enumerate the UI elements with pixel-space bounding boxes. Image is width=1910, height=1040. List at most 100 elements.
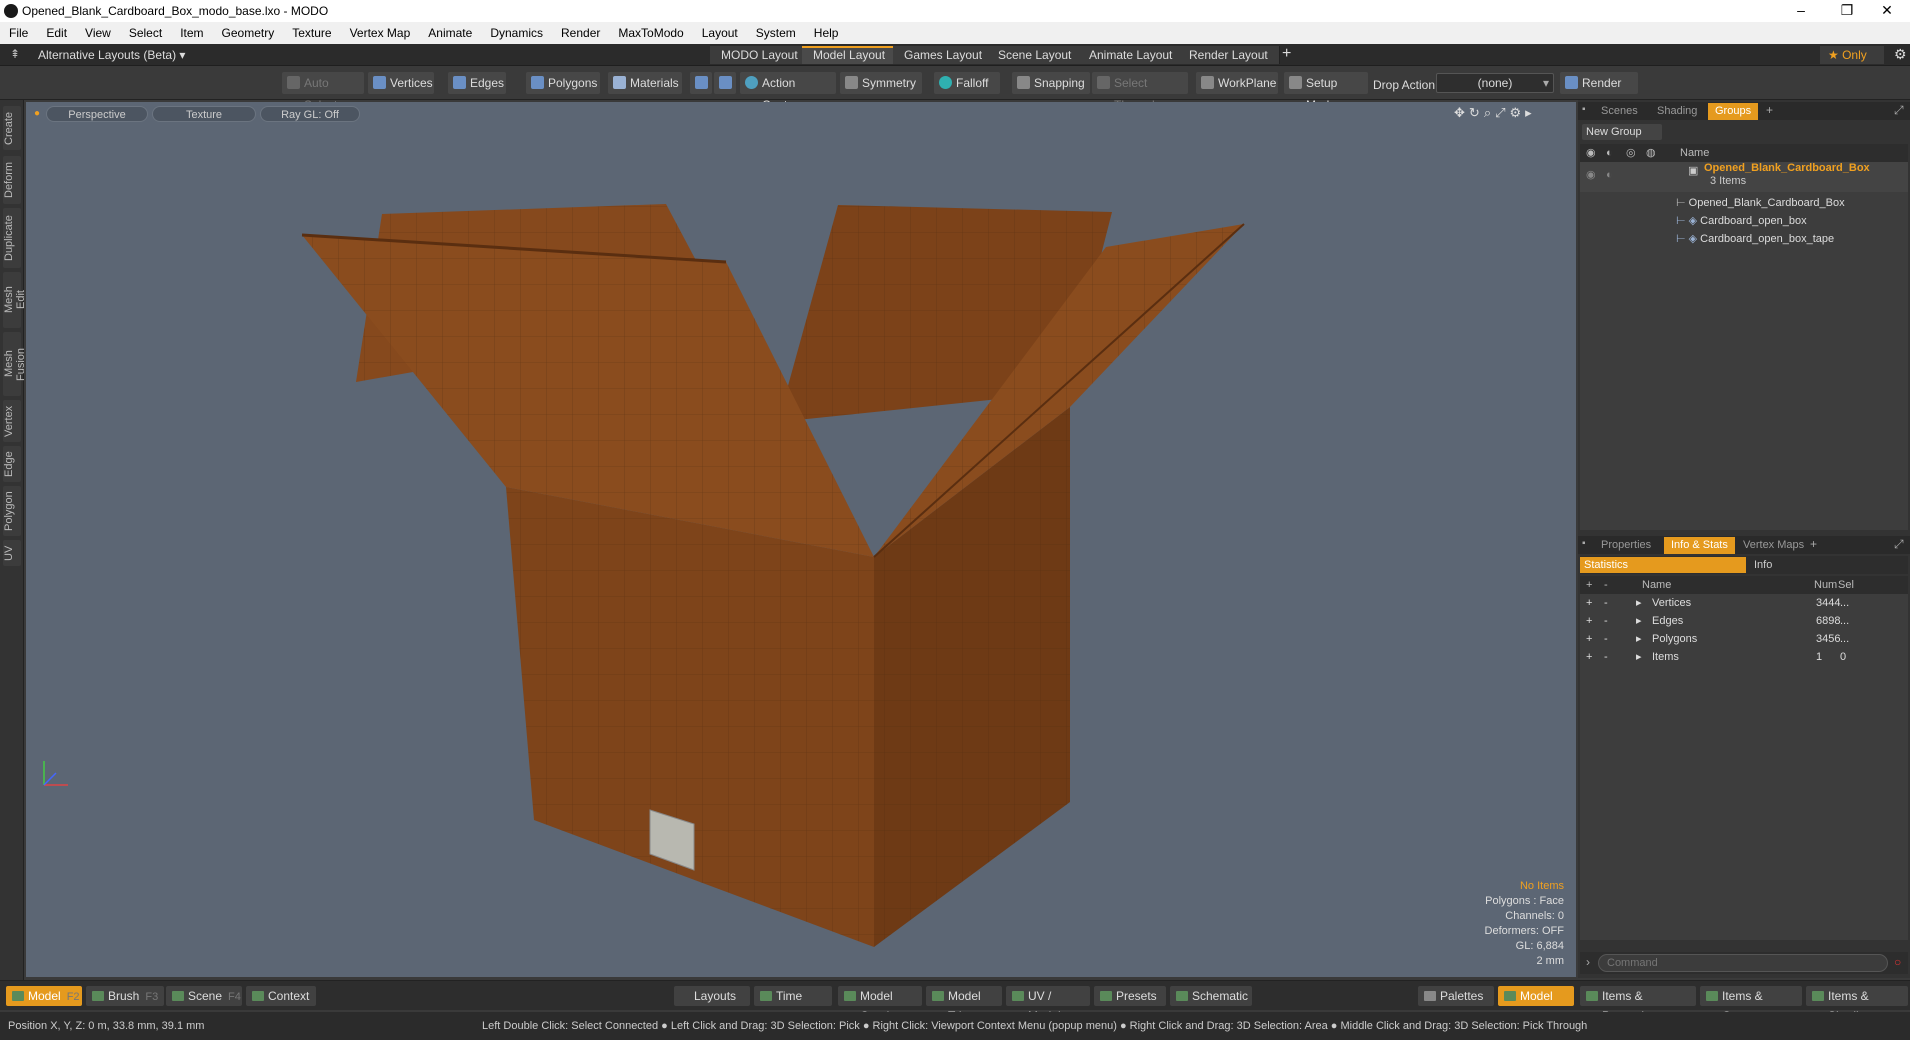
add-tab-icon[interactable]: + <box>1810 537 1817 551</box>
tab-create[interactable]: Create <box>3 106 21 150</box>
3d-viewport[interactable]: ● Perspective Texture Ray GL: Off ✥↻⌕⤢⚙▸ <box>26 102 1576 977</box>
stats-row-items[interactable]: + - ▸ Items 1 0 <box>1580 648 1908 666</box>
model-tri-button[interactable]: Model Tri <box>926 986 1002 1023</box>
menu-select[interactable]: Select <box>120 22 171 44</box>
tab-modo-layout[interactable]: MODO Layout <box>710 46 810 64</box>
panel-menu-icon[interactable]: ▪ <box>1582 104 1586 115</box>
tab-vertex[interactable]: Vertex <box>3 400 21 442</box>
setup-mode-button[interactable]: Setup Mode <box>1284 72 1368 112</box>
presets-button[interactable]: Presets <box>1094 986 1166 1006</box>
cardboard-box-model[interactable] <box>26 102 1576 977</box>
materials-button[interactable]: Materials <box>608 72 682 94</box>
model-mode-button[interactable]: Model F2 <box>6 986 82 1006</box>
tab-shading[interactable]: Shading <box>1650 103 1704 120</box>
render-toggle-icon[interactable]: ◐ <box>1606 166 1613 184</box>
palettes-button[interactable]: Palettes <box>1418 986 1494 1006</box>
gear-icon[interactable]: ⚙ <box>1894 46 1907 63</box>
close-button[interactable]: ✕ <box>1864 0 1910 22</box>
menu-view[interactable]: View <box>76 22 120 44</box>
menu-texture[interactable]: Texture <box>283 22 340 44</box>
pin-icon[interactable]: ⇞ <box>10 47 20 61</box>
expand-panel-icon[interactable]: ⤢ <box>1894 537 1904 552</box>
group-child-item[interactable]: ⊢ ◈ Cardboard_open_box_tape <box>1676 230 1834 248</box>
render-button[interactable]: Render F9 <box>1560 72 1638 112</box>
menu-geometry[interactable]: Geometry <box>213 22 284 44</box>
stats-row-edges[interactable]: + - ▸ Edges 6898 ... <box>1580 612 1908 630</box>
add-tab-icon[interactable]: + <box>1766 103 1773 117</box>
only-toggle[interactable]: ★ Only <box>1820 46 1884 64</box>
tab-uv[interactable]: UV <box>3 540 21 566</box>
menu-system[interactable]: System <box>747 22 805 44</box>
tab-info-stats[interactable]: Info & Stats <box>1664 537 1735 554</box>
items-groups-button[interactable]: Items & Groups <box>1700 986 1802 1023</box>
menu-file[interactable]: File <box>0 22 37 44</box>
tab-render-layout[interactable]: Render Layout <box>1178 46 1280 64</box>
menu-render[interactable]: Render <box>552 22 609 44</box>
tab-polygon[interactable]: Polygon <box>3 486 21 536</box>
menu-layout[interactable]: Layout <box>693 22 747 44</box>
visibility-eye-icon[interactable]: ◉ <box>1586 144 1596 162</box>
tab-animate-layout[interactable]: Animate Layout <box>1078 46 1185 64</box>
tab-mesh-edit[interactable]: Mesh Edit <box>3 272 27 328</box>
brush-mode-button[interactable]: Brush F3 <box>86 986 164 1006</box>
layouts-button[interactable]: Layouts <box>674 986 750 1006</box>
polygons-button[interactable]: Polygons <box>526 72 600 94</box>
tab-model-layout[interactable]: Model Layout <box>802 46 898 64</box>
edges-button[interactable]: Edges <box>448 72 506 94</box>
select-mode-button-1[interactable] <box>690 72 712 94</box>
tab-games-layout[interactable]: Games Layout <box>893 46 995 64</box>
group-child-item[interactable]: ⊢ ◈ Cardboard_open_box <box>1676 212 1807 230</box>
select-icon[interactable]: ◍ <box>1646 144 1656 162</box>
vertices-button[interactable]: Vertices <box>368 72 434 94</box>
stats-row-vertices[interactable]: + - ▸ Vertices 3444 ... <box>1580 594 1908 612</box>
stats-row-polygons[interactable]: + - ▸ Polygons 3456 ... <box>1580 630 1908 648</box>
uv-model-button[interactable]: UV / Model <box>1006 986 1090 1023</box>
expand-arrow-icon[interactable]: ▸ <box>1636 630 1642 648</box>
render-toggle-icon[interactable]: ◐ <box>1606 144 1613 162</box>
record-icon[interactable]: ○ <box>1894 955 1901 969</box>
group-row[interactable]: ◉ ◐ ▣ Opened_Blank_Cardboard_Box 3 Items <box>1580 162 1908 192</box>
menu-vertex-map[interactable]: Vertex Map <box>341 22 420 44</box>
falloff-button[interactable]: Falloff <box>934 72 1000 94</box>
tab-vertex-maps[interactable]: Vertex Maps <box>1736 537 1811 554</box>
expand-arrow-icon[interactable]: ▸ <box>1636 648 1642 666</box>
select-mode-button-2[interactable] <box>714 72 736 94</box>
command-input[interactable] <box>1598 954 1888 972</box>
minimize-button[interactable]: – <box>1778 0 1824 22</box>
add-layout-button[interactable]: + <box>1282 45 1291 63</box>
context-button[interactable]: Context <box>246 986 316 1006</box>
expand-panel-icon[interactable]: ⤢ <box>1894 103 1904 118</box>
tab-info[interactable]: Info <box>1750 557 1772 573</box>
schematic-button[interactable]: Schematic <box>1170 986 1252 1006</box>
new-group-button[interactable]: New Group <box>1582 124 1662 140</box>
panel-menu-icon[interactable]: ▪ <box>1582 538 1586 549</box>
tab-groups[interactable]: Groups <box>1708 103 1759 120</box>
menu-maxtomodo[interactable]: MaxToModo <box>609 22 692 44</box>
tab-statistics[interactable]: Statistics <box>1580 557 1746 573</box>
model-layout-button[interactable]: Model <box>1498 986 1574 1006</box>
scene-mode-button[interactable]: Scene F4 <box>166 986 242 1006</box>
tab-deform[interactable]: Deform <box>3 156 21 204</box>
expand-all-icon[interactable]: + <box>1586 576 1592 594</box>
menu-dynamics[interactable]: Dynamics <box>481 22 552 44</box>
tab-edge[interactable]: Edge <box>3 446 21 482</box>
model-quad-button[interactable]: Model Quad <box>838 986 922 1023</box>
menu-help[interactable]: Help <box>805 22 848 44</box>
collapse-all-icon[interactable]: - <box>1604 576 1608 594</box>
symmetry-button[interactable]: Symmetry <box>840 72 922 94</box>
menu-item[interactable]: Item <box>171 22 212 44</box>
action-center-button[interactable]: Action Center <box>740 72 836 112</box>
tab-scenes[interactable]: Scenes <box>1594 103 1645 120</box>
drop-action-dropdown[interactable]: (none) ▾ <box>1436 73 1554 93</box>
auto-select-button[interactable]: Auto Select <box>282 72 364 112</box>
tab-duplicate[interactable]: Duplicate <box>3 208 21 268</box>
tab-mesh-fusion[interactable]: Mesh Fusion <box>3 332 27 396</box>
tab-scene-layout[interactable]: Scene Layout <box>987 46 1084 64</box>
expand-arrow-icon[interactable]: ▸ <box>1636 612 1642 630</box>
menu-animate[interactable]: Animate <box>419 22 481 44</box>
workplane-button[interactable]: WorkPlane <box>1196 72 1278 94</box>
group-child-item[interactable]: ⊢ Opened_Blank_Cardboard_Box <box>1676 194 1845 212</box>
snapping-button[interactable]: Snapping <box>1012 72 1090 94</box>
time-button[interactable]: Time <box>754 986 832 1006</box>
expand-arrow-icon[interactable]: ▸ <box>1636 594 1642 612</box>
